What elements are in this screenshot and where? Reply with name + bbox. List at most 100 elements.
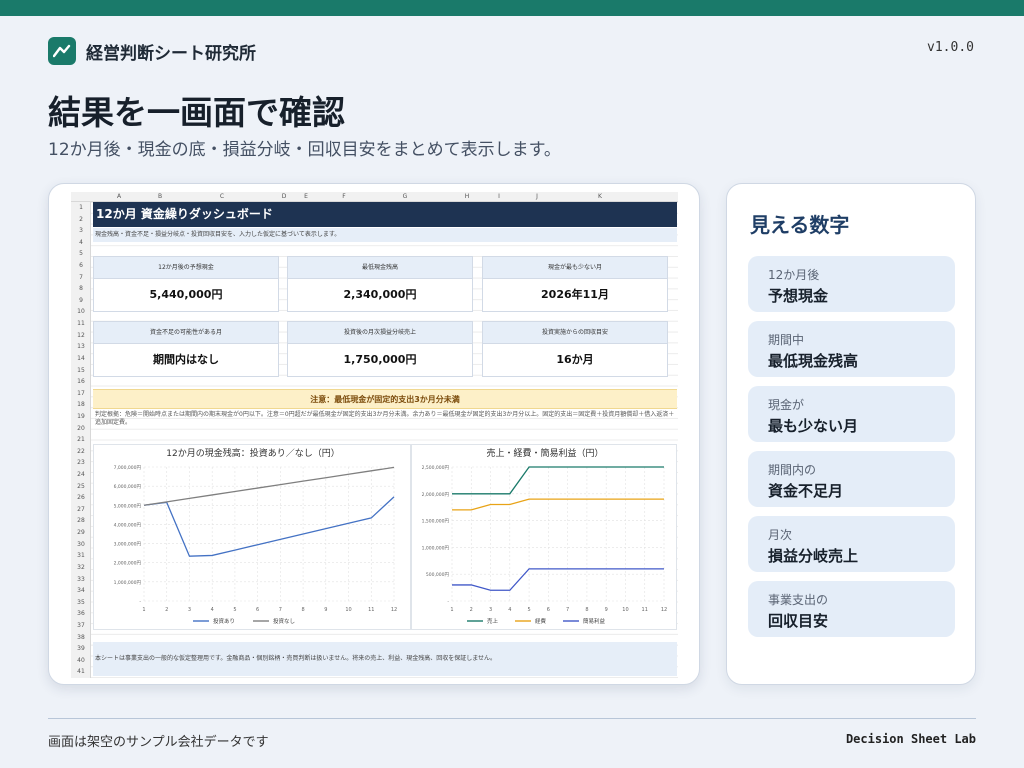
kpi-value: 16か月: [556, 353, 594, 366]
row-header-cell: 27: [77, 505, 85, 513]
row-header-cell: 39: [77, 645, 85, 653]
legend-label: 簡易利益: [583, 617, 606, 625]
row-header-cell: 3: [79, 227, 83, 235]
x-tick-label: 7: [279, 607, 282, 613]
x-tick-label: 7: [566, 607, 569, 613]
column-header-cell: I: [498, 193, 500, 200]
y-tick-label: 5,000,000円: [114, 503, 142, 509]
x-tick-label: 4: [508, 607, 511, 613]
kpi-card[interactable]: 12か月後の予想現金 5,440,000円: [93, 256, 279, 312]
y-tick-label: 500,000円: [426, 572, 450, 578]
cash-balance-chart[interactable]: 12か月の現金残高：投資あり／なし（円） 7,000,000円 6,000,000円…: [93, 444, 411, 630]
side-metric-item[interactable]: 期間中 最低現金残高: [748, 321, 955, 377]
x-tick-label: 2: [165, 607, 168, 613]
kpi-card[interactable]: 投資実施からの回収目安 16か月: [482, 321, 668, 377]
side-metric-sub: 現金が: [768, 398, 805, 412]
kpi-card[interactable]: 現金が最も少ない月 2026年11月: [482, 256, 668, 312]
y-tick-label: 2,000,000円: [114, 561, 142, 567]
legend-label: 投資あり: [213, 617, 235, 625]
warning-banner: 注意：最低現金が固定的支出3か月分未満: [93, 389, 677, 409]
x-tick-label: 6: [256, 607, 259, 613]
row-header-cell: 10: [77, 308, 85, 316]
x-tick-label: 10: [622, 607, 628, 613]
series-line: [452, 568, 664, 591]
row-header-cell: 36: [77, 610, 85, 618]
side-metric-item[interactable]: 12か月後 予想現金: [748, 256, 955, 312]
side-metric-sub: 事業支出の: [768, 593, 829, 607]
row-header-cell: 25: [77, 482, 85, 490]
kpi-label: 投資後の月次損益分岐売上: [288, 322, 472, 344]
kpi-card[interactable]: 最低現金残高 2,340,000円: [287, 256, 473, 312]
brand[interactable]: 経営判断シート研究所: [48, 37, 256, 65]
chart-title: 12か月の現金残高：投資あり／なし（円）: [166, 447, 339, 459]
y-tick-label: 2,000,000円: [422, 492, 450, 498]
kpi-label: 最低現金残高: [288, 257, 472, 279]
dashboard-description: 現金残高・資金不足・損益分岐点・投資回収目安を、入力した仮定に基づいて表示します…: [93, 228, 677, 242]
kpi-card[interactable]: 投資後の月次損益分岐売上 1,750,000円: [287, 321, 473, 377]
legend-label: 経費: [535, 617, 547, 625]
row-header-cell: 28: [77, 517, 85, 525]
sheet-footnote: 本シートは事業支出の一般的な仮定整理用です。金融商品・個別銘柄・売買判断は扱いま…: [93, 642, 677, 676]
series-line: [452, 466, 664, 495]
column-header-cell: K: [598, 193, 602, 200]
footer-divider: [48, 718, 976, 719]
x-tick-label: 11: [642, 607, 648, 613]
row-header-cell: 40: [77, 656, 85, 664]
row-header-cell: 41: [77, 668, 85, 676]
x-tick-label: 6: [547, 607, 550, 613]
row-header-cell: 20: [77, 424, 85, 432]
side-metric-item[interactable]: 月次 損益分岐売上: [748, 516, 955, 572]
x-tick-label: 2: [470, 607, 473, 613]
y-tick-label: 3,000,000円: [114, 542, 142, 548]
side-metric-main: 最低現金残高: [768, 352, 859, 370]
kpi-value: 期間内はなし: [153, 353, 219, 366]
footer-note: 画面は架空のサンプル会社データです: [48, 735, 269, 750]
row-header-cell: 32: [77, 563, 85, 571]
kpi-value: 5,440,000円: [149, 288, 223, 301]
row-header-cell: 8: [79, 285, 83, 293]
column-header-cell: B: [157, 193, 163, 200]
top-accent-bar: [0, 0, 1024, 16]
row-header-cell: 22: [77, 447, 85, 455]
kpi-card[interactable]: 資金不足の可能性がある月 期間内はなし: [93, 321, 279, 377]
column-header-cell: A: [116, 193, 122, 200]
row-header-cell: 13: [77, 343, 85, 351]
x-tick-label: 8: [585, 607, 588, 613]
row-header-cell: 7: [79, 273, 83, 281]
row-header-cell: 31: [77, 552, 85, 560]
side-metric-sub: 期間内の: [768, 463, 817, 477]
page-title: 結果を一画面で確認: [48, 93, 345, 132]
kpi-value: 1,750,000円: [343, 353, 417, 366]
row-header-cell: 6: [79, 262, 83, 270]
x-tick-label: 10: [345, 607, 351, 613]
row-header-cell: 2: [79, 215, 83, 223]
row-header-cell: 30: [77, 540, 85, 548]
side-metric-main: 資金不足月: [768, 482, 844, 500]
y-tick-label: 1,000,000円: [422, 545, 450, 551]
side-metric-item[interactable]: 期間内の 資金不足月: [748, 451, 955, 507]
row-header-cell: 5: [79, 250, 83, 258]
sales-cost-profit-chart[interactable]: 売上・経費・簡易利益（円） 2,500,000円 2,000,000円 1,500,0…: [411, 444, 677, 630]
kpi-label: 12か月後の予想現金: [94, 257, 278, 279]
x-tick-label: 3: [188, 607, 191, 613]
row-header-cell: 23: [77, 459, 85, 467]
spreadsheet[interactable]: ABCDEFGHIJKL 123456789101112131415161718…: [71, 192, 678, 678]
side-metric-main: 回収目安: [768, 612, 829, 630]
side-metric-item[interactable]: 事業支出の 回収目安: [748, 581, 955, 637]
footer-brand: Decision Sheet Lab: [845, 732, 976, 746]
side-metric-item[interactable]: 現金が 最も少ない月: [748, 386, 955, 442]
row-header-cell: 14: [77, 354, 85, 362]
x-tick-label: 4: [211, 607, 214, 613]
y-tick-label: -: [447, 600, 449, 605]
x-tick-label: 5: [233, 607, 236, 613]
cash-balance-chart-svg: 12か月の現金残高：投資あり／なし（円） 7,000,000円 6,000,000円…: [114, 447, 398, 625]
side-metric-main: 最も少ない月: [768, 417, 859, 435]
row-header: 1 2 3 4 5 6 7 8 9 10 11 12 13 14 15 16 17 18 19 20 21 22 23 24 2…: [71, 202, 91, 678]
x-tick-label: 1: [450, 607, 453, 613]
column-header-cell: H: [464, 193, 470, 200]
x-tick-label: 11: [368, 607, 374, 613]
column-header-cell: D: [281, 193, 287, 200]
row-header-cell: 37: [77, 621, 85, 629]
legend-label: 売上: [487, 617, 499, 625]
side-metric-sub: 12か月後: [768, 268, 820, 282]
